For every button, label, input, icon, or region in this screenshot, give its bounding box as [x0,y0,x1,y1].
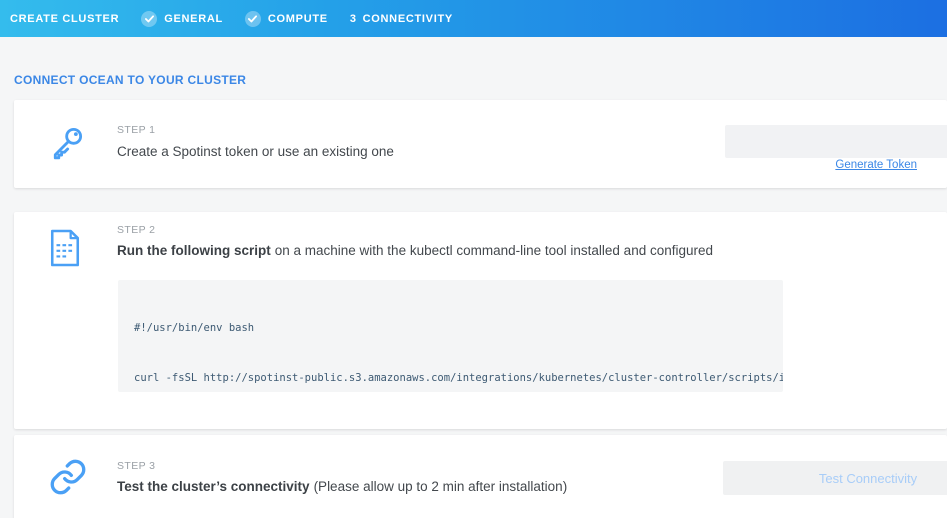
test-connectivity-button[interactable]: Test Connectivity [723,461,947,495]
step3-title: Test the cluster’s connectivity (Please a… [117,479,567,494]
step1-label: STEP 1 [117,124,155,136]
wizard-topbar: CREATE CLUSTER GENERAL COMPUTE 3 CONNECT… [0,0,947,37]
step2-card: STEP 2 Run the following script on a mach… [14,212,947,429]
install-script-code-block[interactable]: #!/usr/bin/env bash curl -fsSL http://sp… [118,280,783,392]
page-title: CONNECT OCEAN TO YOUR CLUSTER [14,73,246,87]
key-icon [48,123,86,168]
check-circle-icon [245,11,261,27]
step2-title-rest: on a machine with the kubectl command-li… [275,243,713,258]
tab-general[interactable]: GENERAL [141,11,223,27]
tab-compute-label: COMPUTE [268,13,328,25]
step2-title-bold: Run the following script [117,243,271,258]
step1-card: STEP 1 Create a Spotinst token or use an… [14,100,947,188]
step3-title-bold: Test the cluster’s connectivity [117,479,310,494]
step3-label: STEP 3 [117,460,155,472]
create-cluster-label: CREATE CLUSTER [10,13,119,25]
tab-connectivity[interactable]: 3 CONNECTIVITY [350,13,453,25]
link-icon [48,457,88,502]
tab-connectivity-label: CONNECTIVITY [363,13,453,25]
step1-title: Create a Spotinst token or use an existi… [117,144,394,159]
generate-token-link[interactable]: Generate Token [835,159,917,171]
check-circle-icon [141,11,157,27]
step2-label: STEP 2 [117,224,155,236]
create-cluster-screen: CREATE CLUSTER GENERAL COMPUTE 3 CONNECT… [0,0,947,518]
step2-title: Run the following script on a machine wit… [117,243,713,258]
topbar-title-create-cluster: CREATE CLUSTER [10,13,119,25]
document-icon [48,228,82,273]
token-input[interactable] [725,125,947,158]
tab-connectivity-number: 3 [350,13,357,25]
script-line-curl: curl -fsSL http://spotinst-public.s3.ama… [134,370,767,387]
tab-general-label: GENERAL [164,13,223,25]
script-line-shebang: #!/usr/bin/env bash [134,320,767,337]
step3-title-rest: (Please allow up to 2 min after installa… [314,479,568,494]
step3-card: STEP 3 Test the cluster’s connectivity (P… [14,435,947,518]
tab-compute[interactable]: COMPUTE [245,11,328,27]
